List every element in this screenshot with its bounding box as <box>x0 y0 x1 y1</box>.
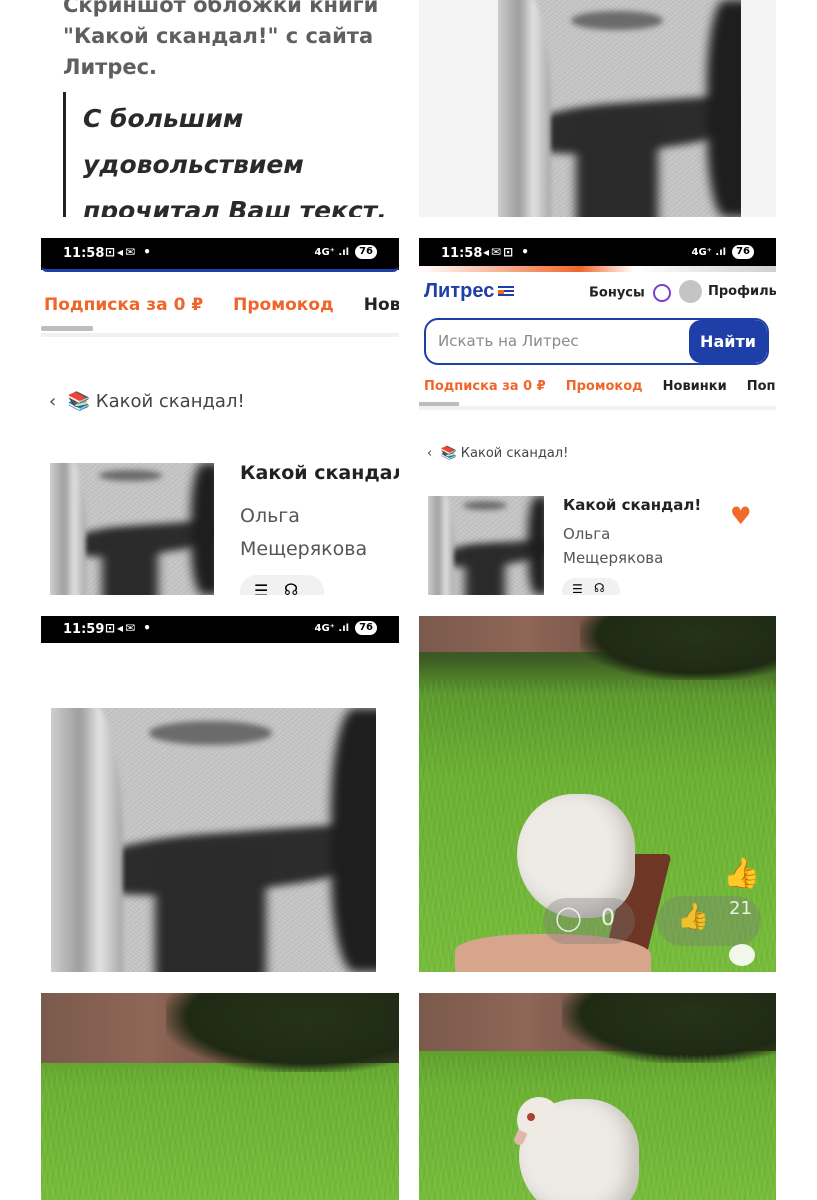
chevron-left-icon[interactable]: ‹ <box>427 446 432 461</box>
like-count: 21 <box>729 898 752 919</box>
book-cover-image <box>51 708 376 972</box>
avatar-icon <box>679 280 702 303</box>
comment-icon: ◯ <box>555 904 582 932</box>
pigeon-grass-tile[interactable] <box>419 993 776 1200</box>
tab-popular[interactable]: Популя <box>747 379 776 394</box>
headphones-icon: ☊ <box>284 580 299 595</box>
status-time: 11:59 <box>63 622 105 637</box>
battery-icon: 76 <box>355 245 377 259</box>
bonus-icon <box>653 284 672 302</box>
book-author[interactable]: Ольга Мещерякова <box>240 500 367 566</box>
logo-mark-icon <box>498 285 515 298</box>
network-icon: 4G⁺ .ıl <box>691 246 727 258</box>
list-icon: ☰ <box>572 582 583 595</box>
book-cover-image <box>498 0 741 217</box>
breadcrumb[interactable]: ‹ 📚 Какой скандал! <box>49 391 245 412</box>
format-pill[interactable]: ☰ ☊ <box>240 575 324 595</box>
tabs-row: Подписка за 0 ₽ Промокод Новинки Популя <box>424 379 776 394</box>
book-title[interactable]: Какой скандал! <box>563 496 701 514</box>
quote-text: С большим удовольствием прочитал Ваш тек… <box>83 104 387 217</box>
park-photo-tile[interactable] <box>41 993 399 1200</box>
tabs-scrollbar <box>41 326 93 331</box>
status-time: 11:58 <box>63 246 105 261</box>
comment-count: 0 <box>601 906 615 931</box>
author-first: Ольга <box>240 505 300 527</box>
book-author[interactable]: Ольга Мещерякова <box>563 522 663 570</box>
logo-text: Литрес <box>424 280 495 302</box>
breadcrumb-label: 📚 Какой скандал! <box>440 446 569 461</box>
book-cover-thumb[interactable] <box>428 496 544 595</box>
network-icon: 4G⁺ .ıl <box>314 622 350 634</box>
notification-icons: ⊡◂✉ • <box>105 245 153 259</box>
promo-banner-strip <box>419 266 776 272</box>
bonuses-label: Бонусы <box>589 285 645 301</box>
breadcrumb-label: 📚 Какой скандал! <box>67 391 245 412</box>
network-icon: 4G⁺ .ıl <box>314 246 350 258</box>
status-time: 11:58 <box>441 246 483 261</box>
chevron-left-icon[interactable]: ‹ <box>49 391 56 412</box>
tabs-divider <box>41 333 399 337</box>
format-pill[interactable]: ☰ ☊ <box>562 578 620 595</box>
search-input[interactable]: Искать на Литрес <box>438 332 579 350</box>
tabs-row: Подписка за 0 ₽ Промокод Нови <box>44 295 399 315</box>
pigeon-eye <box>527 1113 535 1121</box>
article-text-tile: Скриншот обложки книги "Какой скандал!" … <box>41 0 399 217</box>
thumbs-up-icon[interactable]: 👍 <box>723 856 760 891</box>
tab-promocode[interactable]: Промокод <box>566 379 643 394</box>
author-last: Мещерякова <box>240 538 368 560</box>
book-title[interactable]: Какой скандал <box>240 462 399 484</box>
notification-icons: ⊡◂✉ • <box>105 621 153 635</box>
like-bubble[interactable]: 👍 21 <box>657 896 761 946</box>
tab-new[interactable]: Новинки <box>663 379 727 394</box>
litres-logo[interactable]: Литрес <box>424 280 515 303</box>
tab-subscription[interactable]: Подписка за 0 ₽ <box>44 295 203 315</box>
search-box[interactable]: Искать на Литрес Найти <box>424 318 769 365</box>
litres-screenshot[interactable]: 11:58 ◂✉⊡ • 4G⁺ .ıl 76 Литрес Бонусы Проф… <box>419 238 776 595</box>
profile-link[interactable]: Профиль <box>679 280 776 303</box>
author-last: Мещерякова <box>563 549 664 567</box>
like-icon: 👍 <box>677 902 710 932</box>
breadcrumb[interactable]: ‹ 📚 Какой скандал! <box>427 446 568 461</box>
notification-icons: ◂✉⊡ • <box>483 245 531 259</box>
chat-icon[interactable] <box>729 944 755 966</box>
nav-underline <box>41 266 399 272</box>
tab-new[interactable]: Нови <box>364 295 399 315</box>
author-first: Ольга <box>563 525 611 543</box>
cover-preview-tile[interactable] <box>419 0 776 217</box>
tabs-divider <box>419 406 776 410</box>
litres-screenshot-zoomed[interactable]: 11:58 ⊡◂✉ • 4G⁺ .ıl 76 Подписка за 0 ₽ Пр… <box>41 238 399 595</box>
quote-bar <box>63 92 66 217</box>
list-icon: ☰ <box>254 581 269 595</box>
headphones-icon: ☊ <box>594 581 605 595</box>
article-caption: Скриншот обложки книги "Какой скандал!" … <box>63 0 379 79</box>
cover-screenshot-tile[interactable]: 11:59 ⊡◂✉ • 4G⁺ .ıl 76 <box>41 616 399 972</box>
status-bar: 11:58 ◂✉⊡ • 4G⁺ .ıl 76 <box>419 238 776 268</box>
tab-promocode[interactable]: Промокод <box>233 295 334 315</box>
battery-icon: 76 <box>732 245 754 259</box>
favorite-heart-icon[interactable]: ♥ <box>730 502 752 530</box>
book-cover-thumb[interactable] <box>50 463 214 595</box>
pigeon-photo-tile[interactable]: 👍 ◯ 0 👍 21 <box>419 616 776 972</box>
bonuses-link[interactable]: Бонусы <box>589 284 672 302</box>
battery-icon: 76 <box>355 621 377 635</box>
profile-label: Профиль <box>708 284 776 299</box>
tab-subscription[interactable]: Подписка за 0 ₽ <box>424 379 546 394</box>
comment-bubble[interactable]: ◯ 0 <box>543 898 635 944</box>
search-button[interactable]: Найти <box>689 320 767 363</box>
status-bar: 11:59 ⊡◂✉ • 4G⁺ .ıl 76 <box>41 616 399 643</box>
